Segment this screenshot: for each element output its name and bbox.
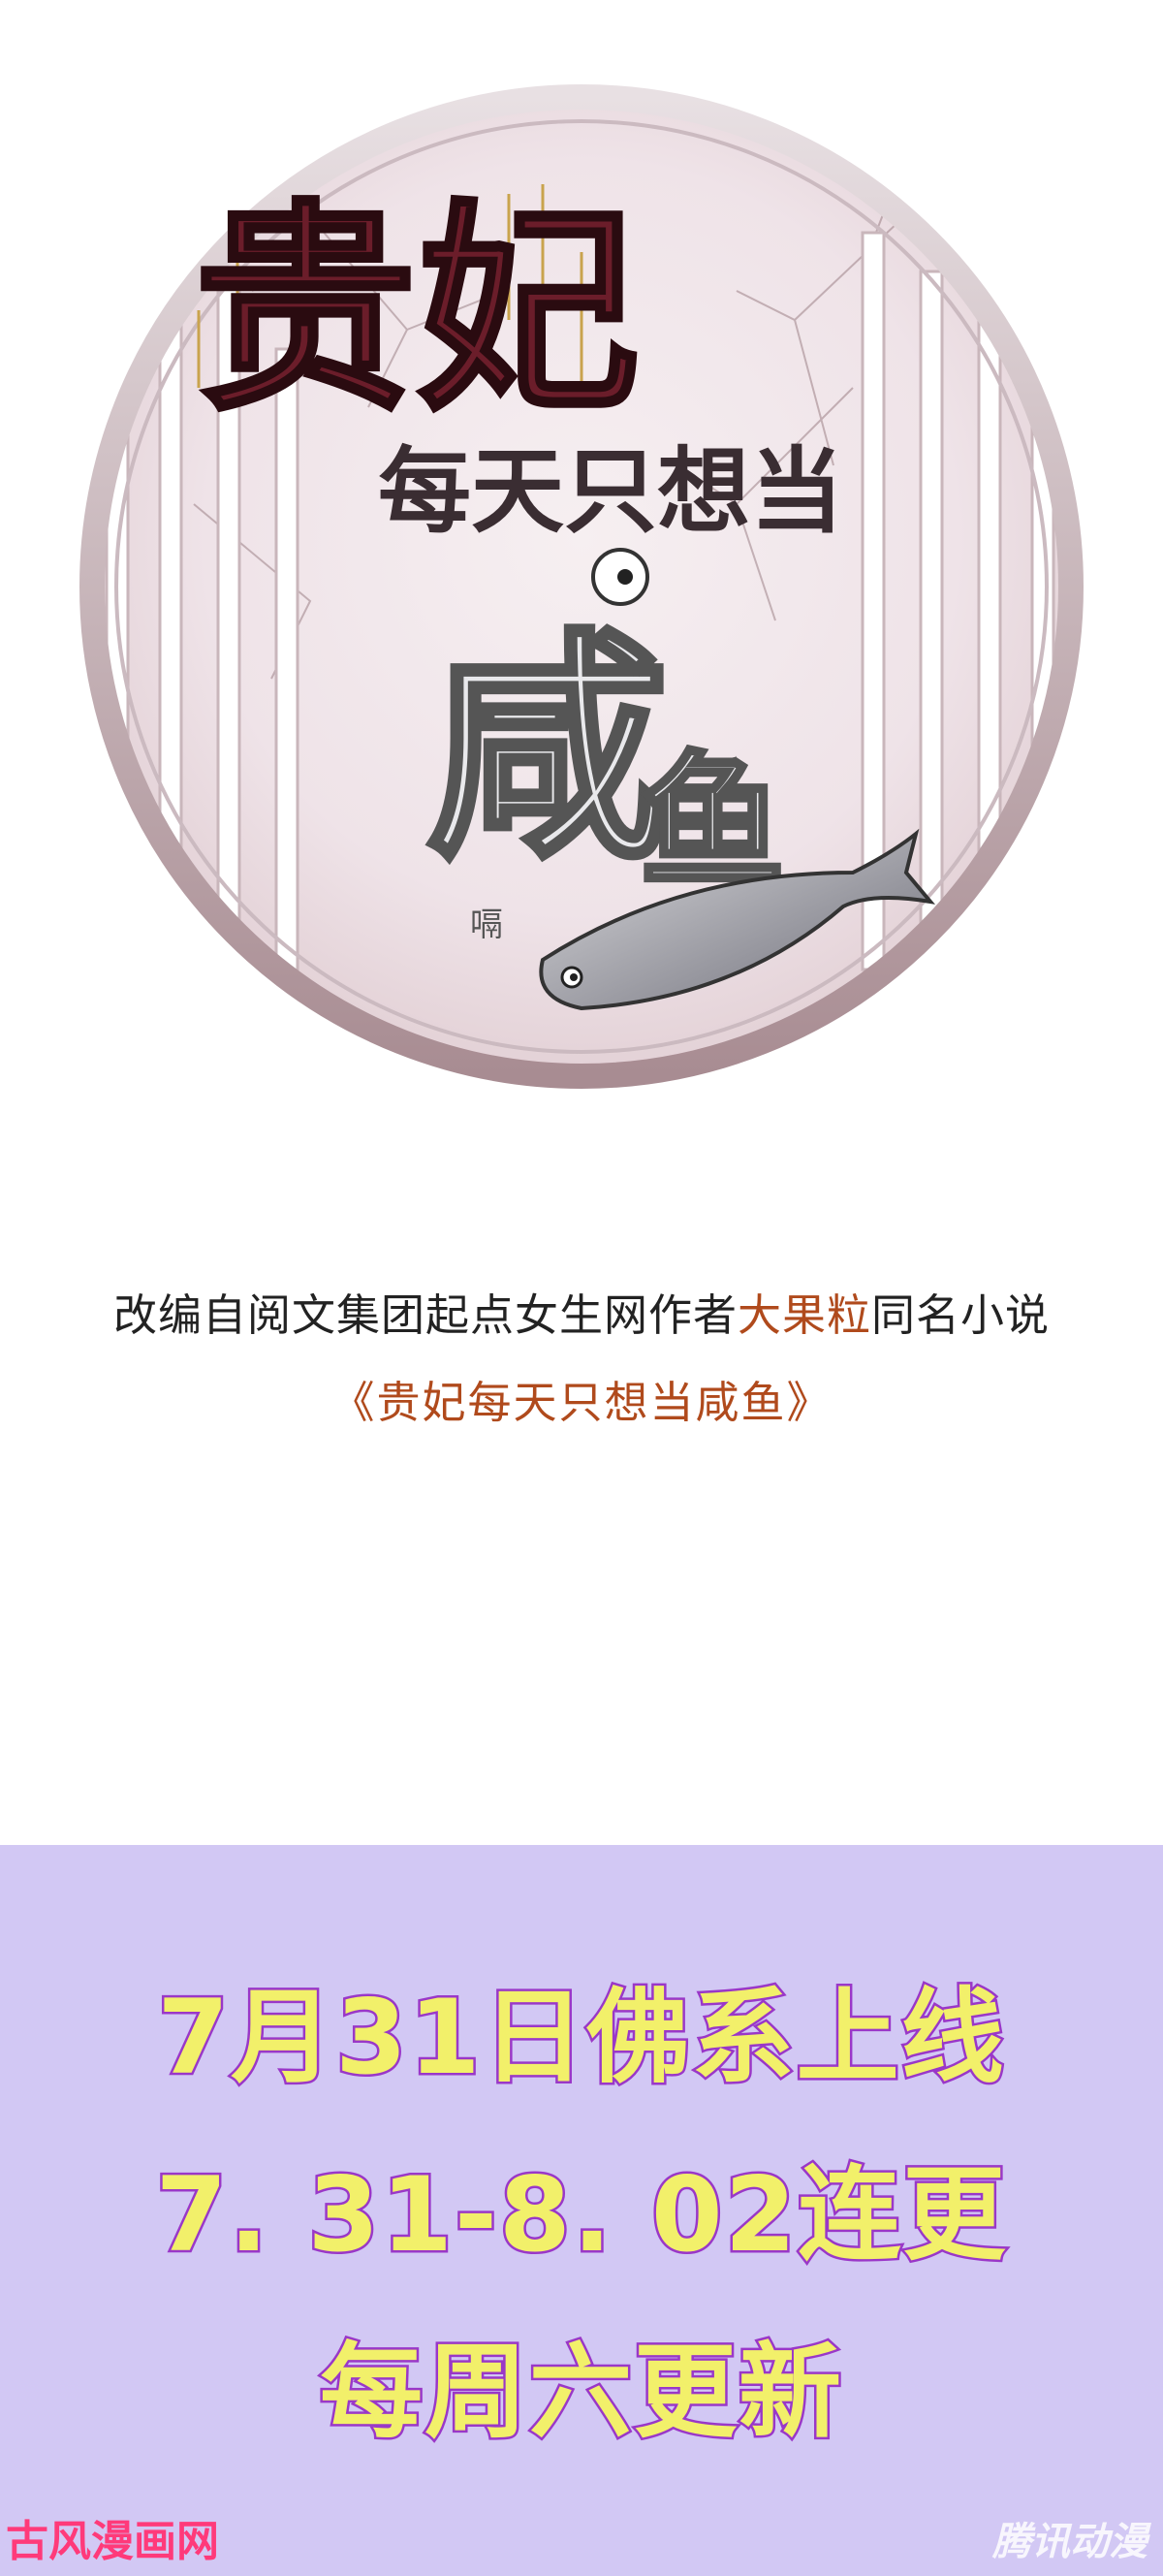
credit-suffix: 同名小说 [871,1289,1051,1341]
credit-prefix: 改编自阅文集团起点女生网作者 [112,1289,738,1341]
promo-banner: 7月31日佛系上线 7. 31-8. 02连更 每周六更新 古风漫画网 腾讯动漫 [0,1845,1163,2576]
watermark-right: 腾讯动漫 [992,2520,1147,2564]
logo-title-char: 咸 [426,609,669,891]
credit-author: 大果粒 [737,1289,871,1341]
promo-weekly-schedule: 每周六更新 [318,2331,844,2455]
promo-release-date: 7月31日佛系上线 [155,1976,1006,2100]
svg-text:嗝: 嗝 [470,906,503,944]
promo-consecutive-updates: 7. 31-8. 02连更 [153,2153,1008,2277]
watermark-left: 古风漫画网 [6,2517,219,2566]
logo-title-line1: 贵妃 [194,182,640,441]
title-logo: 贵妃 每天只想当 咸 鱼 嗝 [0,0,1163,1163]
adaptation-credit: 改编自阅文集团起点女生网作者大果粒同名小说 [0,1280,1163,1343]
novel-title: 《贵妃每天只想当咸鱼》 [330,1377,833,1428]
logo-title-line2: 每天只想当 [378,437,843,546]
logo-illustration: 贵妃 每天只想当 咸 鱼 嗝 [79,84,1084,1089]
